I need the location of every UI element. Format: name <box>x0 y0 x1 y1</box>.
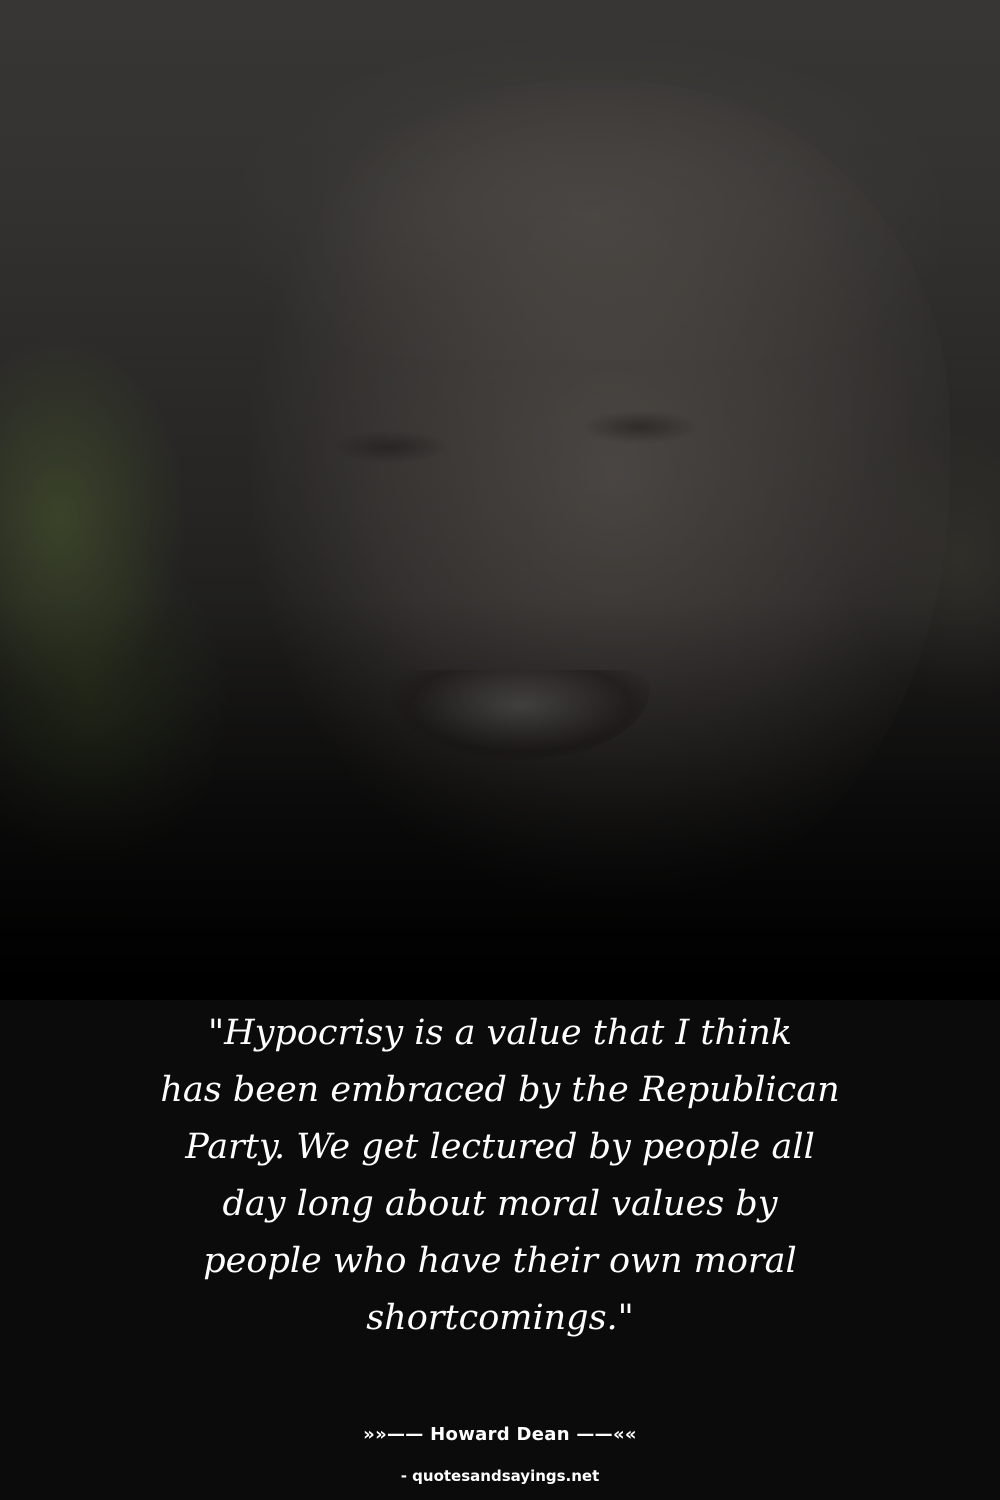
author-attribution: »»—— Howard Dean ——«« <box>363 1424 637 1445</box>
quote-text: "Hypocrisy is a value that I think has b… <box>160 1013 840 1338</box>
quote-poster: "Hypocrisy is a value that I think has b… <box>0 0 1000 1500</box>
source-watermark: - quotesandsayings.net <box>400 1467 600 1485</box>
dark-overlay <box>0 0 1000 1000</box>
portrait-photo <box>0 0 1000 1000</box>
